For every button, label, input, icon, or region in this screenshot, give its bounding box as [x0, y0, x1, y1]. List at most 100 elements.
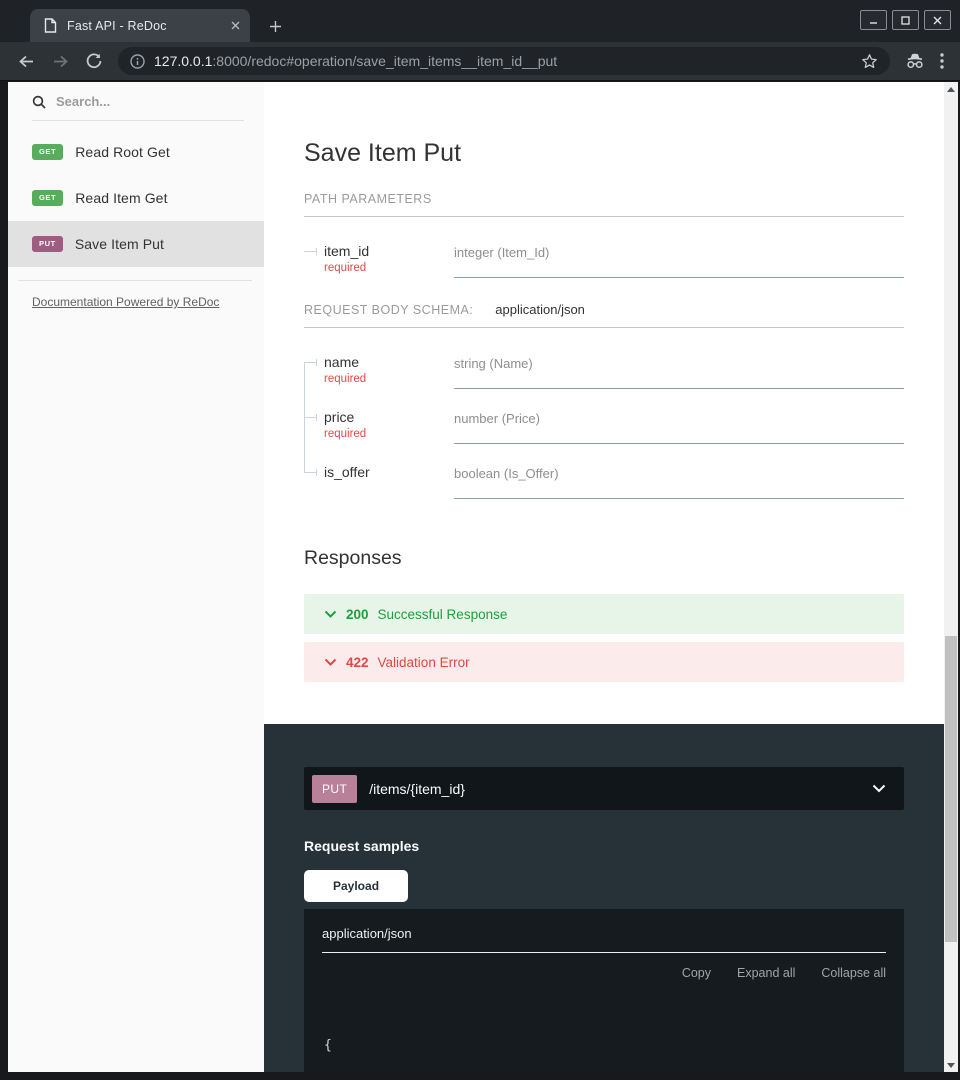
field-row-is-offer: is_offer boolean (Is_Offer) [304, 464, 904, 499]
body-schema-fields: name required string (Name) price requir… [304, 354, 904, 499]
field-row-price: price required number (Price) [304, 409, 904, 444]
maximize-button[interactable] [892, 10, 919, 30]
content-type-tab[interactable]: application/json [322, 925, 886, 953]
browser-titlebar: Fast API - ReDoc [0, 0, 960, 42]
field-row-name: name required string (Name) [304, 354, 904, 389]
endpoint-dropdown[interactable]: PUT /items/{item_id} [304, 767, 904, 810]
operations-menu: GET Read Root Get GET Read Item Get PUT … [8, 129, 264, 267]
tree-tick-icon [304, 243, 324, 278]
field-name: name [324, 354, 454, 370]
chevron-down-icon [324, 610, 337, 618]
request-body-header: REQUEST BODY SCHEMA: application/json [304, 302, 904, 328]
code-controls: Copy Expand all Collapse all [322, 966, 886, 980]
field-type-cell: boolean (Is_Offer) [454, 464, 904, 499]
redoc-page: GET Read Root Get GET Read Item Get PUT … [8, 82, 944, 1072]
field-name-cell: name required [324, 354, 454, 389]
response-200-bar[interactable]: 200 Successful Response [304, 594, 904, 634]
sidebar-item-label: Read Item Get [75, 190, 167, 206]
param-name-cell: item_id required [324, 243, 454, 278]
url-bar[interactable]: 127.0.0.1:8000/redoc#operation/save_item… [118, 47, 890, 75]
tab-close-icon[interactable] [231, 21, 240, 30]
field-type: string (Name) [454, 354, 904, 371]
path-parameters-label: PATH PARAMETERS [304, 192, 432, 206]
browser-tab[interactable]: Fast API - ReDoc [30, 9, 250, 42]
param-row-item-id: item_id required integer (Item_Id) [304, 243, 904, 278]
path-parameters-header: PATH PARAMETERS [304, 192, 904, 217]
http-get-badge: GET [32, 144, 63, 160]
required-flag: required [324, 428, 454, 440]
tree-tick-icon [304, 354, 324, 389]
operation-title: Save Item Put [304, 139, 904, 168]
window-controls [860, 10, 951, 30]
field-type: number (Price) [454, 409, 904, 426]
json-code-sample: { "name": "string", "price": 0, "is_offe… [322, 990, 886, 1072]
payload-tab[interactable]: Payload [304, 870, 408, 902]
copy-button[interactable]: Copy [682, 966, 711, 980]
param-name: item_id [324, 243, 454, 259]
response-code: 422 [346, 655, 369, 670]
request-body-schema-label: REQUEST BODY SCHEMA: [304, 303, 473, 317]
site-info-icon[interactable] [130, 54, 145, 69]
endpoint-path: /items/{item_id} [369, 781, 860, 797]
minimize-button[interactable] [860, 10, 887, 30]
scroll-up-arrow[interactable] [944, 82, 958, 96]
sidebar-item-read-item-get[interactable]: GET Read Item Get [8, 175, 264, 221]
required-flag: required [324, 373, 454, 385]
tree-tick-icon [304, 409, 324, 444]
bookmark-star-icon[interactable] [861, 53, 878, 70]
field-type-cell: number (Price) [454, 409, 904, 444]
new-tab-button[interactable] [262, 13, 288, 39]
url-text: 127.0.0.1:8000/redoc#operation/save_item… [154, 53, 852, 69]
param-type: integer (Item_Id) [454, 243, 904, 260]
browser-toolbar: 127.0.0.1:8000/redoc#operation/save_item… [0, 42, 960, 81]
browser-menu-icon[interactable] [940, 53, 944, 69]
scroll-down-arrow[interactable] [944, 1058, 958, 1072]
request-samples-panel: PUT /items/{item_id} Request samples Pay… [264, 724, 944, 1072]
incognito-icon [904, 52, 926, 70]
request-body-content-type: application/json [495, 302, 585, 317]
sidebar-item-label: Read Root Get [75, 144, 170, 160]
tab-title: Fast API - ReDoc [67, 19, 221, 33]
scrollbar-thumb[interactable] [945, 636, 957, 942]
response-label: Validation Error [378, 655, 470, 670]
response-label: Successful Response [378, 607, 508, 622]
code-sample-panel: application/json Copy Expand all Collaps… [304, 909, 904, 1072]
sidebar-item-read-root-get[interactable]: GET Read Root Get [8, 129, 264, 175]
field-name-cell: is_offer [324, 464, 454, 499]
field-name: price [324, 409, 454, 425]
response-code: 200 [346, 607, 369, 622]
field-name-cell: price required [324, 409, 454, 444]
back-button[interactable] [10, 46, 42, 76]
json-open-brace: { [324, 1038, 332, 1053]
close-button[interactable] [924, 10, 951, 30]
main-content: Save Item Put PATH PARAMETERS item_id re… [264, 82, 944, 1072]
search-input[interactable] [56, 94, 216, 109]
content-type-label: application/json [322, 926, 412, 941]
chevron-down-icon [324, 658, 337, 666]
url-path: :8000/redoc#operation/save_item_items__i… [212, 53, 557, 69]
forward-button[interactable] [44, 46, 76, 76]
chevron-down-icon [872, 784, 886, 793]
page-scrollbar[interactable] [944, 82, 958, 1072]
field-type: boolean (Is_Offer) [454, 464, 904, 481]
sidebar: GET Read Root Get GET Read Item Get PUT … [8, 82, 264, 1072]
responses-title: Responses [304, 547, 904, 570]
field-type-cell: string (Name) [454, 354, 904, 389]
collapse-all-button[interactable]: Collapse all [821, 966, 886, 980]
sidebar-item-save-item-put[interactable]: PUT Save Item Put [8, 221, 264, 267]
sidebar-item-label: Save Item Put [75, 236, 164, 252]
expand-all-button[interactable]: Expand all [737, 966, 795, 980]
response-422-bar[interactable]: 422 Validation Error [304, 642, 904, 682]
request-samples-title: Request samples [304, 838, 904, 854]
search-box[interactable] [32, 94, 244, 121]
page-favicon-icon [44, 18, 57, 33]
http-get-badge: GET [32, 190, 63, 206]
param-type-cell: integer (Item_Id) [454, 243, 904, 278]
required-flag: required [324, 262, 454, 274]
tree-tick-icon [304, 464, 324, 499]
http-put-badge: PUT [32, 236, 63, 252]
search-icon [32, 95, 46, 109]
sidebar-divider [18, 280, 252, 281]
reload-button[interactable] [78, 46, 110, 76]
powered-by-redoc-link[interactable]: Documentation Powered by ReDoc [32, 295, 219, 309]
